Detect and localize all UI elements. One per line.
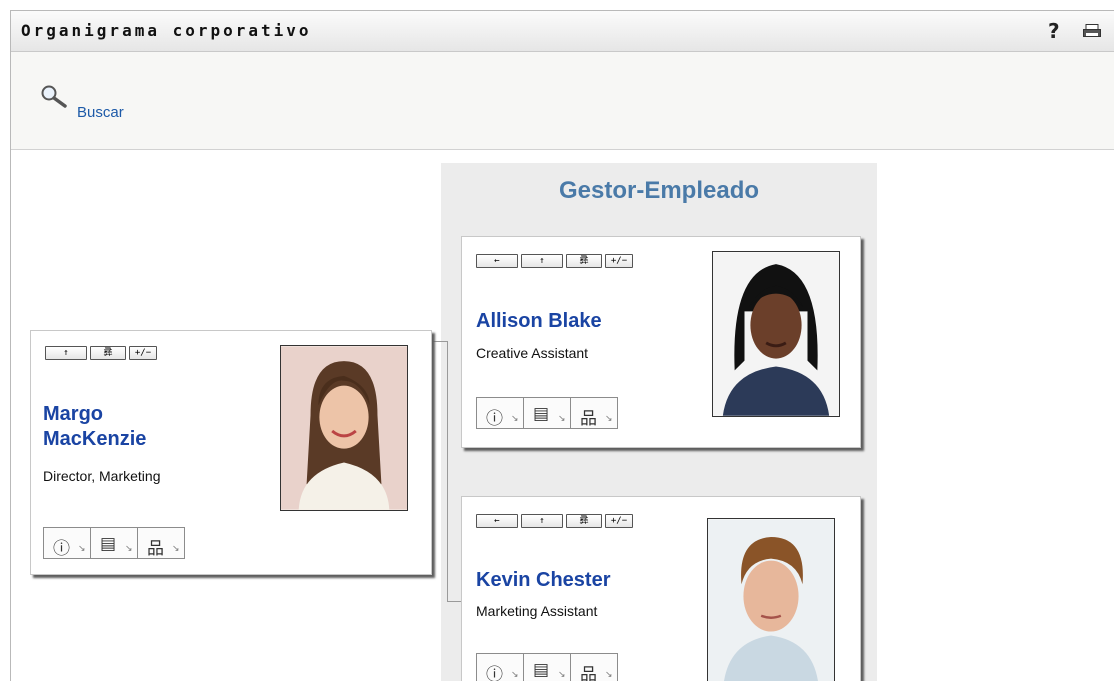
person-card-margo: ↑ 彞 +/− Margo MacKenzie Director, Market… [30, 330, 432, 575]
person-photo-margo [280, 345, 408, 511]
dropdown-arrow-icon: ↘ [558, 670, 566, 680]
page-title: Organigrama corporativo [21, 21, 312, 40]
person-title: Marketing Assistant [476, 603, 598, 619]
show-manager-button[interactable]: ← [476, 254, 518, 268]
person-name[interactable]: Margo MacKenzie [43, 402, 146, 452]
help-icon[interactable]: ? [1048, 19, 1060, 43]
up-level-button[interactable]: ↑ [45, 346, 87, 360]
dropdown-arrow-icon: ↘ [172, 544, 180, 554]
card-actions: ⓘ ↘ ▤ ↘ 品 ↘ [476, 653, 618, 681]
last-name: MacKenzie [43, 428, 147, 450]
person-card-allison: ← ↑ 彞 +/− Allison Blake Creative Assista… [461, 236, 861, 448]
card-toolbar: ↑ 彞 +/− [45, 346, 157, 360]
header-bar: Organigrama corporativo ? [11, 11, 1114, 52]
person-photo-kevin [707, 518, 835, 681]
org-chart-icon: 品 [580, 409, 597, 429]
email-button[interactable]: ▤ ↘ [523, 653, 571, 681]
search-link[interactable]: Buscar [77, 104, 124, 121]
magnifier-icon[interactable] [39, 84, 69, 110]
person-card-kevin: ← ↑ 彞 +/− Kevin Chester Marketing Assist… [461, 496, 861, 681]
show-manager-button[interactable]: ← [476, 514, 518, 528]
info-button[interactable]: ⓘ ↘ [43, 527, 91, 559]
person-name[interactable]: Kevin Chester [476, 568, 611, 593]
org-chart-button[interactable]: 品 ↘ [570, 653, 618, 681]
connector-line [431, 341, 448, 342]
person-title: Creative Assistant [476, 345, 589, 361]
dropdown-arrow-icon: ↘ [558, 414, 566, 424]
up-level-button[interactable]: ↑ [521, 514, 563, 528]
email-button[interactable]: ▤ ↘ [523, 397, 571, 429]
dropdown-arrow-icon: ↘ [605, 414, 613, 424]
email-icon: ▤ [100, 534, 117, 554]
person-photo-allison [712, 251, 840, 417]
card-actions: ⓘ ↘ ▤ ↘ 品 ↘ [476, 397, 618, 429]
org-chart-icon: 品 [147, 539, 164, 559]
dropdown-arrow-icon: ↘ [125, 544, 133, 554]
org-chart-button[interactable]: 品 ↘ [570, 397, 618, 429]
up-level-button[interactable]: ↑ [521, 254, 563, 268]
info-icon: ⓘ [53, 539, 70, 559]
email-icon: ▤ [533, 404, 550, 424]
connector-line [447, 341, 448, 601]
expand-reports-button[interactable]: 彞 [566, 514, 602, 528]
info-button[interactable]: ⓘ ↘ [476, 397, 524, 429]
org-chart-window: Organigrama corporativo ? Buscar Gestor-… [10, 10, 1114, 681]
email-icon: ▤ [533, 660, 550, 680]
connector-line [447, 601, 461, 602]
toggle-button[interactable]: +/− [605, 254, 633, 268]
person-title: Director, Marketing [43, 468, 161, 484]
toggle-button[interactable]: +/− [129, 346, 157, 360]
info-icon: ⓘ [486, 409, 503, 429]
info-icon: ⓘ [486, 665, 503, 681]
card-toolbar: ← ↑ 彞 +/− [476, 514, 633, 528]
org-chart-icon: 品 [580, 665, 597, 681]
dropdown-arrow-icon: ↘ [511, 414, 519, 424]
email-button[interactable]: ▤ ↘ [90, 527, 138, 559]
expand-reports-button[interactable]: 彞 [566, 254, 602, 268]
dropdown-arrow-icon: ↘ [511, 670, 519, 680]
card-toolbar: ← ↑ 彞 +/− [476, 254, 633, 268]
expand-reports-button[interactable]: 彞 [90, 346, 126, 360]
person-name[interactable]: Allison Blake [476, 309, 602, 334]
printer-icon[interactable] [1083, 24, 1101, 38]
card-actions: ⓘ ↘ ▤ ↘ 品 ↘ [43, 527, 185, 559]
info-button[interactable]: ⓘ ↘ [476, 653, 524, 681]
dropdown-arrow-icon: ↘ [78, 544, 86, 554]
column-title: Gestor-Empleado [558, 177, 760, 204]
dropdown-arrow-icon: ↘ [605, 670, 613, 680]
first-name: Margo [43, 403, 103, 425]
org-chart-button[interactable]: 品 ↘ [137, 527, 185, 559]
search-bar: Buscar [11, 52, 1114, 150]
toggle-button[interactable]: +/− [605, 514, 633, 528]
